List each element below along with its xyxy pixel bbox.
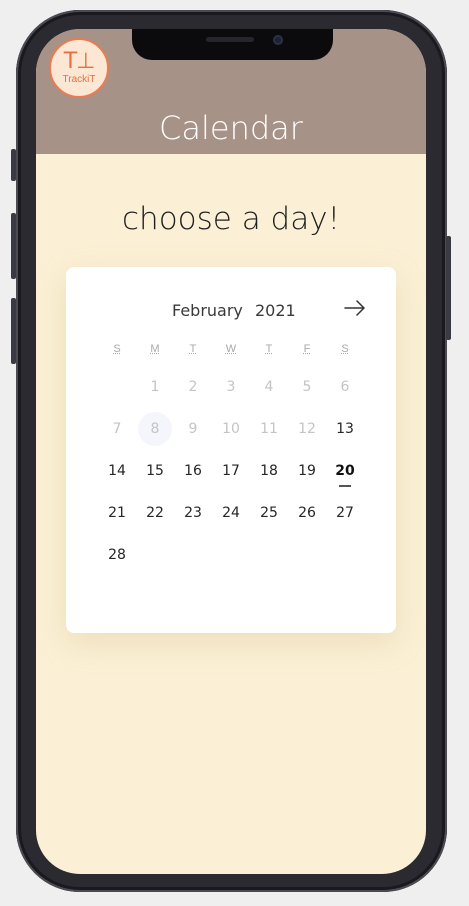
volume-up-button bbox=[11, 213, 16, 279]
day-cell: 9 bbox=[188, 421, 198, 437]
app-logo[interactable]: T⊥ TrackiT bbox=[49, 38, 109, 98]
calendar-card: February 2021 SMTWTFS 1 2 3 4 5 6 7 8 9 10 11 12 13 1… bbox=[66, 267, 396, 633]
day-cell: 12 bbox=[298, 421, 316, 437]
page-title: Calendar bbox=[159, 109, 303, 147]
day-cell[interactable]: 27 bbox=[328, 496, 362, 530]
day-cell: 5 bbox=[302, 379, 312, 395]
day-cell[interactable]: 21 bbox=[100, 496, 134, 530]
day-cell[interactable]: 13 bbox=[328, 412, 362, 446]
day-cell: 3 bbox=[226, 379, 236, 395]
day-cell[interactable]: 14 bbox=[100, 454, 134, 488]
app-screen: T⊥ TrackiT Calendar choose a day! Februa… bbox=[36, 29, 426, 874]
day-cell[interactable]: 22 bbox=[138, 496, 172, 530]
day-cell: 8 bbox=[138, 412, 172, 446]
day-cell[interactable]: 18 bbox=[252, 454, 286, 488]
silent-switch bbox=[11, 149, 16, 181]
choose-day-heading: choose a day! bbox=[122, 201, 340, 237]
day-cell: 11 bbox=[260, 421, 278, 437]
day-cell[interactable]: 15 bbox=[138, 454, 172, 488]
power-button bbox=[446, 236, 451, 340]
day-cell[interactable]: 28 bbox=[100, 538, 134, 572]
camera bbox=[273, 35, 283, 45]
day-cell[interactable]: 24 bbox=[214, 496, 248, 530]
day-cell[interactable]: 25 bbox=[252, 496, 286, 530]
day-cell: 1 bbox=[150, 379, 160, 395]
day-cell-today[interactable]: 20 bbox=[328, 454, 362, 488]
logo-text: TrackiT bbox=[62, 73, 96, 85]
day-cell: 7 bbox=[112, 421, 122, 437]
logo-mark: T⊥ bbox=[63, 48, 96, 74]
speaker bbox=[206, 37, 254, 42]
day-cell: 4 bbox=[264, 379, 274, 395]
day-cell[interactable]: 17 bbox=[214, 454, 248, 488]
day-cell[interactable]: 16 bbox=[176, 454, 210, 488]
notch bbox=[132, 29, 333, 60]
volume-down-button bbox=[11, 298, 16, 364]
day-cell[interactable]: 19 bbox=[290, 454, 324, 488]
day-cell: 6 bbox=[340, 379, 350, 395]
day-cell[interactable]: 23 bbox=[176, 496, 210, 530]
day-grid: 1 2 3 4 5 6 7 8 9 10 11 12 13 14 15 16 17 18 19 20 21 22 23 24 2… bbox=[66, 267, 396, 633]
day-cell: 10 bbox=[222, 421, 240, 437]
day-cell: 2 bbox=[188, 379, 198, 395]
day-cell[interactable]: 26 bbox=[290, 496, 324, 530]
